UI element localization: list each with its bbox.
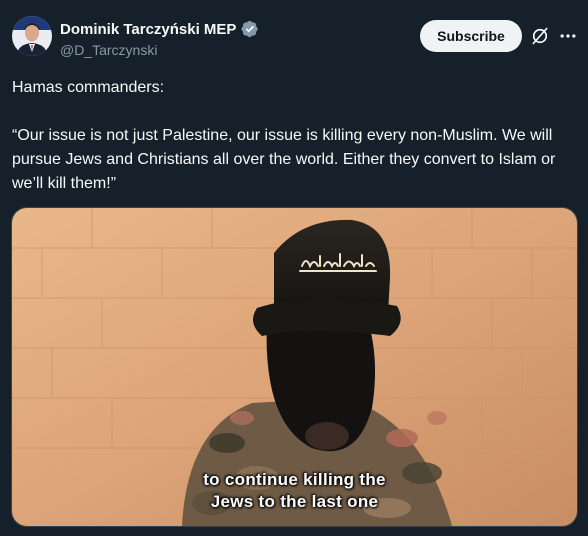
subscribe-button[interactable]: Subscribe (420, 20, 522, 52)
verified-badge-icon (241, 20, 259, 38)
tweet-header: Dominik Tarczyński MEP @D_Tarczynski Sub… (0, 0, 588, 68)
video-caption-line2: Jews to the last one (210, 492, 379, 511)
grok-icon[interactable] (530, 26, 550, 46)
video-caption-line1: to continue killing the (203, 470, 386, 489)
mask-mouth (305, 422, 349, 450)
author-handle[interactable]: @D_Tarczynski (60, 42, 157, 58)
more-icon[interactable] (558, 26, 578, 46)
avatar-image (12, 16, 52, 56)
cap-brim (253, 298, 401, 336)
author-name[interactable]: Dominik Tarczyński MEP (60, 21, 236, 38)
author-name-line: Dominik Tarczyński MEP (60, 20, 259, 38)
video-player[interactable]: to continue killing the Jews to the last… (11, 207, 578, 527)
author-avatar[interactable] (12, 16, 52, 56)
tweet-text: Hamas commanders: “Our issue is not just… (12, 79, 556, 192)
